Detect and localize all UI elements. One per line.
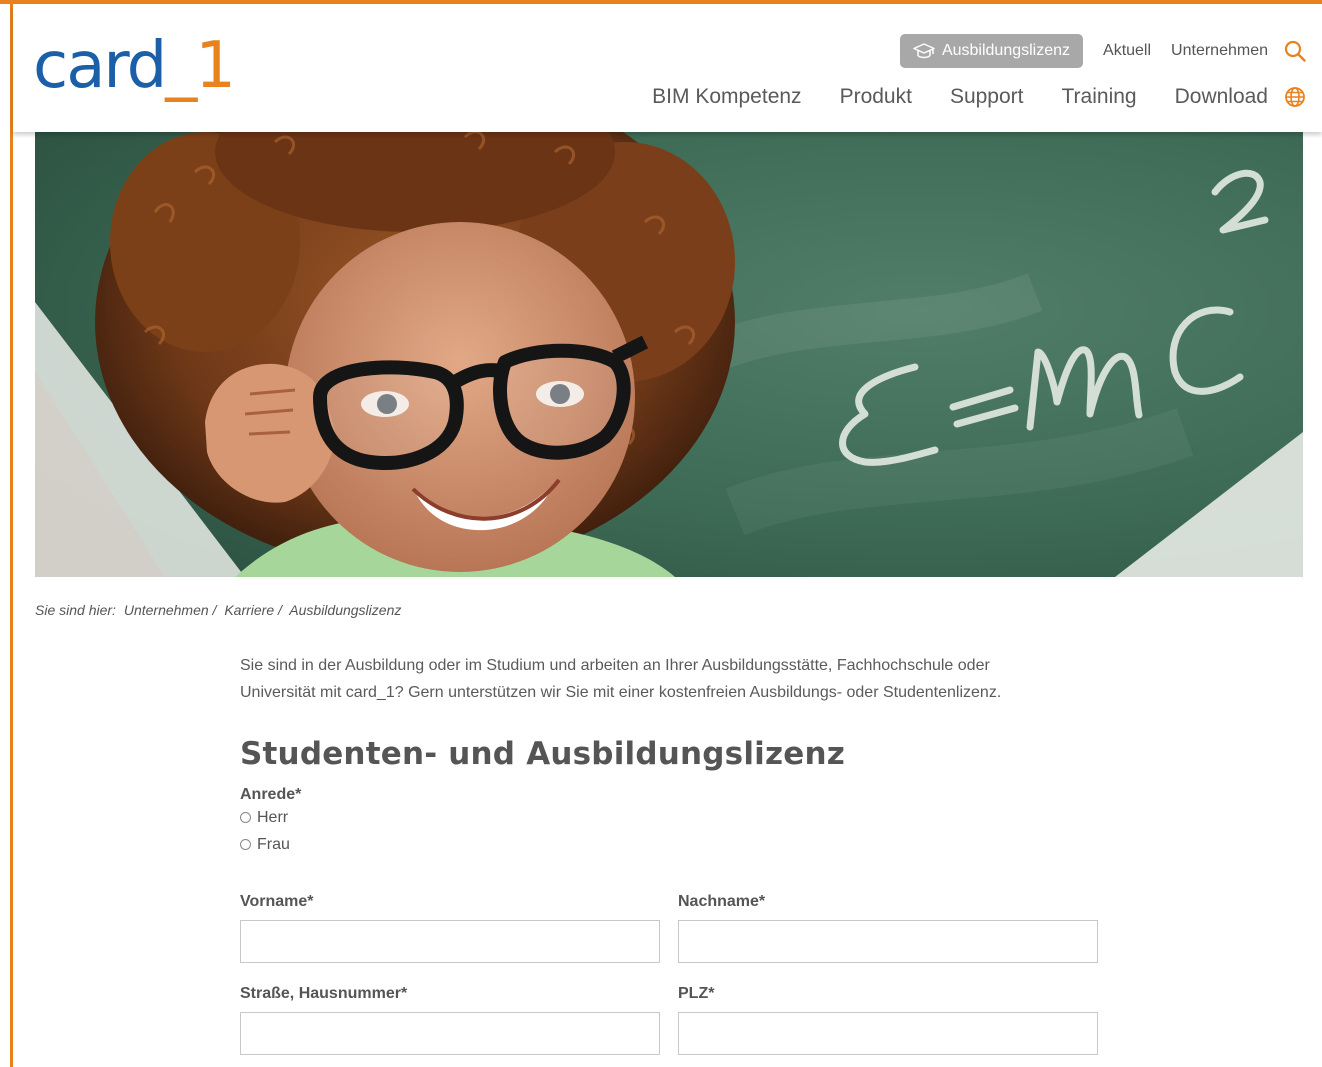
site-header: card_1 Ausbildungslizenz Aktuell Unterne… xyxy=(13,4,1322,132)
topnav-link-aktuell[interactable]: Aktuell xyxy=(1103,42,1151,60)
vorname-label: Vorname* xyxy=(240,893,314,910)
breadcrumb-item-karriere[interactable]: Karriere xyxy=(224,602,274,618)
intro-line-1: Sie sind in der Ausbildung oder im Studi… xyxy=(240,657,990,674)
nachname-label: Nachname* xyxy=(678,893,766,910)
breadcrumb-separator: / xyxy=(278,602,282,618)
nachname-field-group: Nachname* xyxy=(678,893,1098,963)
nav-item-produkt[interactable]: Produkt xyxy=(840,85,912,109)
name-fields-row: Vorname* Nachname* xyxy=(240,893,1098,963)
strasse-label: Straße, Hausnummer* xyxy=(240,985,408,1002)
ausbildungslizenz-button[interactable]: Ausbildungslizenz xyxy=(899,34,1084,68)
strasse-field-group: Straße, Hausnummer* xyxy=(240,985,660,1055)
logo-text-one: 1 xyxy=(195,29,236,103)
plz-input[interactable] xyxy=(678,1012,1098,1055)
vorname-input[interactable] xyxy=(240,920,660,963)
nav-item-training[interactable]: Training xyxy=(1062,85,1137,109)
breadcrumb-item-current: Ausbildungslizenz xyxy=(289,602,402,618)
plz-field-group: PLZ* xyxy=(678,985,1098,1055)
main-content: Sie sind in der Ausbildung oder im Studi… xyxy=(240,652,1100,1055)
anrede-option-frau-label: Frau xyxy=(257,835,290,853)
topnav-link-unternehmen[interactable]: Unternehmen xyxy=(1171,42,1268,60)
anrede-option-herr[interactable]: Herr xyxy=(240,804,1100,831)
address-fields-row: Straße, Hausnummer* PLZ* xyxy=(240,985,1098,1055)
vorname-field-group: Vorname* xyxy=(240,893,660,963)
logo-text-card: card xyxy=(33,29,167,103)
radio-button-herr[interactable] xyxy=(240,812,251,823)
hero-banner xyxy=(35,132,1303,577)
nav-item-support[interactable]: Support xyxy=(950,85,1024,109)
page-frame-left xyxy=(10,4,13,1067)
anrede-option-herr-label: Herr xyxy=(257,808,289,826)
nav-item-bim-kompetenz[interactable]: BIM Kompetenz xyxy=(652,85,801,109)
strasse-input[interactable] xyxy=(240,1012,660,1055)
breadcrumb-prefix: Sie sind hier: xyxy=(35,602,116,618)
site-logo[interactable]: card_1 xyxy=(33,34,236,98)
search-icon[interactable] xyxy=(1284,40,1306,62)
main-navigation: BIM Kompetenz Produkt Support Training D… xyxy=(614,81,1306,113)
breadcrumb-item-unternehmen[interactable]: Unternehmen xyxy=(124,602,209,618)
hero-image xyxy=(35,132,1303,577)
graduation-cap-icon xyxy=(913,43,935,59)
top-navigation: Ausbildungslizenz Aktuell Unternehmen xyxy=(899,34,1306,68)
breadcrumb-separator: / xyxy=(212,602,217,618)
anrede-label: Anrede* xyxy=(240,786,302,803)
nachname-input[interactable] xyxy=(678,920,1098,963)
page-title: Studenten- und Ausbildungslizenz xyxy=(240,736,845,772)
nav-item-download[interactable]: Download xyxy=(1175,85,1268,109)
radio-button-frau[interactable] xyxy=(240,839,251,850)
ausbildungslizenz-label: Ausbildungslizenz xyxy=(941,42,1071,59)
anrede-option-frau[interactable]: Frau xyxy=(240,831,1100,858)
plz-label: PLZ* xyxy=(678,985,715,1002)
globe-icon[interactable] xyxy=(1284,86,1306,108)
intro-text: Sie sind in der Ausbildung oder im Studi… xyxy=(240,652,1100,706)
logo-text-underscore: _ xyxy=(165,29,197,103)
intro-line-2: Universität mit card_1? Gern unterstütze… xyxy=(240,684,1002,701)
breadcrumb: Sie sind hier: Unternehmen / Karriere / … xyxy=(35,602,405,618)
